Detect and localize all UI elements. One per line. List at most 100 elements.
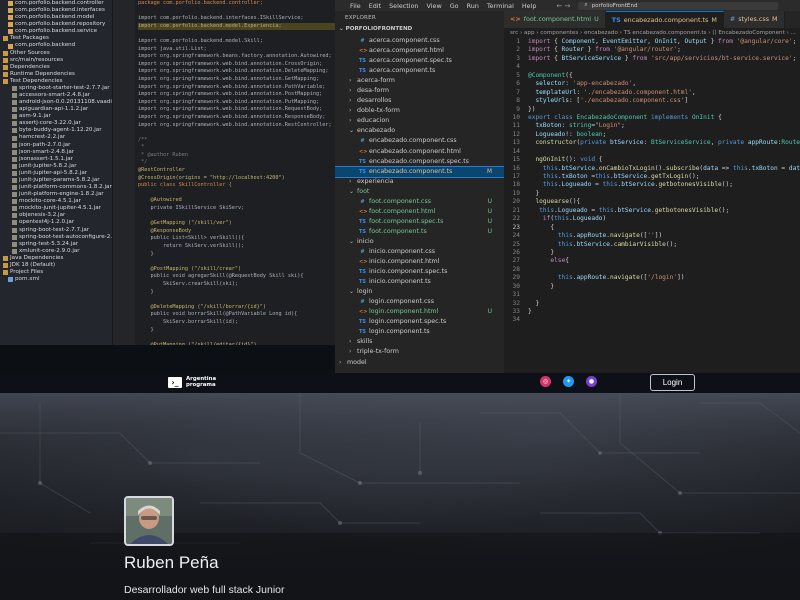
explorer-item[interactable]: # inicio.component.css — [335, 247, 504, 257]
project-tree-item[interactable]: android-json-0.0.20131108.vaadin1.jar — [0, 99, 112, 106]
project-tree-item[interactable]: objenesis-3.2.jar — [0, 212, 112, 219]
project-tree-item[interactable]: com.porfolio.backend — [0, 42, 112, 49]
project-tree-item[interactable]: com.porfolio.backend.model — [0, 14, 112, 21]
project-tree-item[interactable]: junit-jupiter-api-5.8.2.jar — [0, 170, 112, 177]
netbeans-code-area[interactable]: package com.porfolio.backend.controller;… — [138, 0, 335, 345]
project-tree-item[interactable]: junit-platform-engine-1.8.2.jar — [0, 191, 112, 198]
explorer-item[interactable]: › desarrollos — [335, 96, 504, 106]
editor-tab[interactable]: <> foot.component.html U — [504, 11, 606, 28]
project-tree-item[interactable]: apiguardian-api-1.1.2.jar — [0, 106, 112, 113]
netbeans-project-tree[interactable]: com.porfolio.backend.controller com.porfo… — [0, 0, 113, 345]
project-tree-item[interactable]: json-path-2.7.0.jar — [0, 142, 112, 149]
project-tree-item[interactable]: spring-boot-test-autoconfigure-2.7.7.jar — [0, 234, 112, 241]
menu-go[interactable]: Go — [446, 2, 463, 10]
explorer-item[interactable]: TS inicio.component.ts — [335, 277, 504, 287]
explorer-item[interactable]: TS foot.component.spec.ts U — [335, 217, 504, 227]
explorer-item[interactable]: <> acerca.component.html — [335, 46, 504, 56]
project-tree-item[interactable]: opentest4j-1.2.0.jar — [0, 219, 112, 226]
project-tree-item[interactable]: junit-platform-commons-1.8.2.jar — [0, 184, 112, 191]
menu-run[interactable]: Run — [463, 2, 483, 10]
explorer-item[interactable]: TS acerca.component.ts — [335, 66, 504, 76]
project-tree-item[interactable]: com.porfolio.backend.repository — [0, 21, 112, 28]
project-tree-item[interactable]: junit-jupiter-params-5.8.2.jar — [0, 177, 112, 184]
project-tree-item[interactable]: hamcrest-2.2.jar — [0, 134, 112, 141]
explorer-item[interactable]: <> login.component.html U — [335, 307, 504, 317]
project-tree-item[interactable]: pom.xml — [0, 276, 112, 283]
explorer-item[interactable]: # acerca.component.css — [335, 36, 504, 46]
argentina-programa-logo[interactable]: ›_ Argentina programa — [168, 376, 216, 388]
vscode-code-area[interactable]: 1 import { Component, EventEmitter, OnIni… — [504, 38, 800, 325]
project-tree-item[interactable]: JDK 18 (Default) — [0, 262, 112, 269]
explorer-item[interactable]: › doble-tx-form — [335, 106, 504, 116]
twitter-icon[interactable]: ✦ — [563, 376, 574, 387]
explorer-item[interactable]: TS encabezado.component.ts M — [335, 165, 504, 178]
login-button[interactable]: Login — [650, 374, 695, 391]
explorer-item[interactable]: <> foot.component.html U — [335, 207, 504, 217]
explorer-item[interactable]: › model — [335, 358, 504, 368]
project-tree-item[interactable]: accessors-smart-2.4.8.jar — [0, 92, 112, 99]
tab-label: encabezado.component.ts — [623, 16, 709, 24]
project-tree-item[interactable]: com.porfolio.backend.controller — [0, 0, 112, 7]
explorer-item[interactable]: ⌄ foot — [335, 187, 504, 197]
explorer-item[interactable]: › experiencia — [335, 177, 504, 187]
explorer-item[interactable]: TS encabezado.component.spec.ts — [335, 157, 504, 167]
explorer-root-folder[interactable]: ⌄ PORFOLIOFRONTEND — [335, 25, 504, 34]
menu-help[interactable]: Help — [518, 2, 541, 10]
project-tree-item[interactable]: Project Files — [0, 269, 112, 276]
code-line: 28 — [504, 266, 800, 274]
editor-tab[interactable]: # styles.css M — [723, 11, 785, 28]
project-tree-item[interactable]: com.porfolio.backend.service — [0, 28, 112, 35]
explorer-item[interactable]: › educacion — [335, 116, 504, 126]
project-tree-item[interactable]: mockito-core-4.5.1.jar — [0, 198, 112, 205]
project-tree-item[interactable]: spring-boot-starter-test-2.7.7.jar — [0, 85, 112, 92]
project-tree-item[interactable]: jsonassert-1.5.1.jar — [0, 156, 112, 163]
explorer-item[interactable]: › acerca-form — [335, 76, 504, 86]
explorer-item[interactable]: ⌄ encabezado — [335, 126, 504, 136]
menu-terminal[interactable]: Terminal — [483, 2, 518, 10]
project-tree-item[interactable]: src/main/resources — [0, 57, 112, 64]
project-tree-item[interactable]: Dependencies — [0, 64, 112, 71]
netbeans-editor[interactable]: package com.porfolio.backend.controller;… — [113, 0, 335, 345]
menu-view[interactable]: View — [423, 2, 446, 10]
explorer-item[interactable]: TS login.component.ts — [335, 327, 504, 337]
project-tree-item[interactable]: json-smart-2.4.8.jar — [0, 149, 112, 156]
project-tree-item[interactable]: spring-boot-test-2.7.7.jar — [0, 227, 112, 234]
explorer-item[interactable]: TS acerca.component.spec.ts — [335, 56, 504, 66]
project-tree-item[interactable]: Java Dependencies — [0, 255, 112, 262]
project-tree-item[interactable]: xmlunit-core-2.9.0.jar — [0, 248, 112, 255]
project-tree-item[interactable]: assertj-core-3.22.0.jar — [0, 120, 112, 127]
explorer-item[interactable]: # foot.component.css U — [335, 197, 504, 207]
project-tree-item[interactable]: spring-test-5.3.24.jar — [0, 241, 112, 248]
project-tree-item[interactable]: byte-buddy-agent-1.12.20.jar — [0, 127, 112, 134]
explorer-item[interactable]: TS foot.component.ts U — [335, 227, 504, 237]
github-icon[interactable]: ● — [586, 376, 597, 387]
project-tree-item[interactable]: Runtime Dependencies — [0, 71, 112, 78]
explorer-item[interactable]: TS inicio.component.spec.ts — [335, 267, 504, 277]
project-tree-item[interactable]: Test Dependencies — [0, 78, 112, 85]
editor-tab[interactable]: TS encabezado.component.ts M — [605, 11, 724, 28]
menu-file[interactable]: File — [335, 2, 365, 10]
explorer-item[interactable]: <> encabezado.component.html — [335, 147, 504, 157]
explorer-item[interactable]: › desa-form — [335, 86, 504, 96]
project-tree-item[interactable]: junit-jupiter-5.8.2.jar — [0, 163, 112, 170]
project-tree-item[interactable]: Other Sources — [0, 50, 112, 57]
explorer-item[interactable]: ⌄ inicio — [335, 237, 504, 247]
explorer-item[interactable]: # login.component.css — [335, 297, 504, 307]
nav-arrows-icon[interactable]: ← → — [556, 2, 570, 10]
project-tree-item[interactable]: Test Packages — [0, 35, 112, 42]
explorer-item[interactable]: › triple-tx-form — [335, 347, 504, 357]
command-center-search[interactable]: ⌕ porfolioFrontEnd — [578, 1, 779, 10]
instagram-icon[interactable]: ◎ — [540, 376, 551, 387]
breadcrumb[interactable]: src › app › componentes › encabezado › T… — [504, 28, 800, 38]
chevron-down-icon: ⌄ — [349, 127, 355, 135]
menu-edit[interactable]: Edit — [365, 2, 385, 10]
explorer-item[interactable]: › skills — [335, 337, 504, 347]
explorer-item[interactable]: ⌄ login — [335, 287, 504, 297]
menu-selection[interactable]: Selection — [385, 2, 422, 10]
project-tree-item[interactable]: com.porfolio.backend.interfaces — [0, 7, 112, 14]
explorer-item[interactable]: # encabezado.component.css — [335, 136, 504, 146]
explorer-item[interactable]: <> inicio.component.html — [335, 257, 504, 267]
explorer-item[interactable]: TS login.component.spec.ts — [335, 317, 504, 327]
project-tree-item[interactable]: mockito-junit-jupiter-4.5.1.jar — [0, 205, 112, 212]
project-tree-item[interactable]: asm-9.1.jar — [0, 113, 112, 120]
